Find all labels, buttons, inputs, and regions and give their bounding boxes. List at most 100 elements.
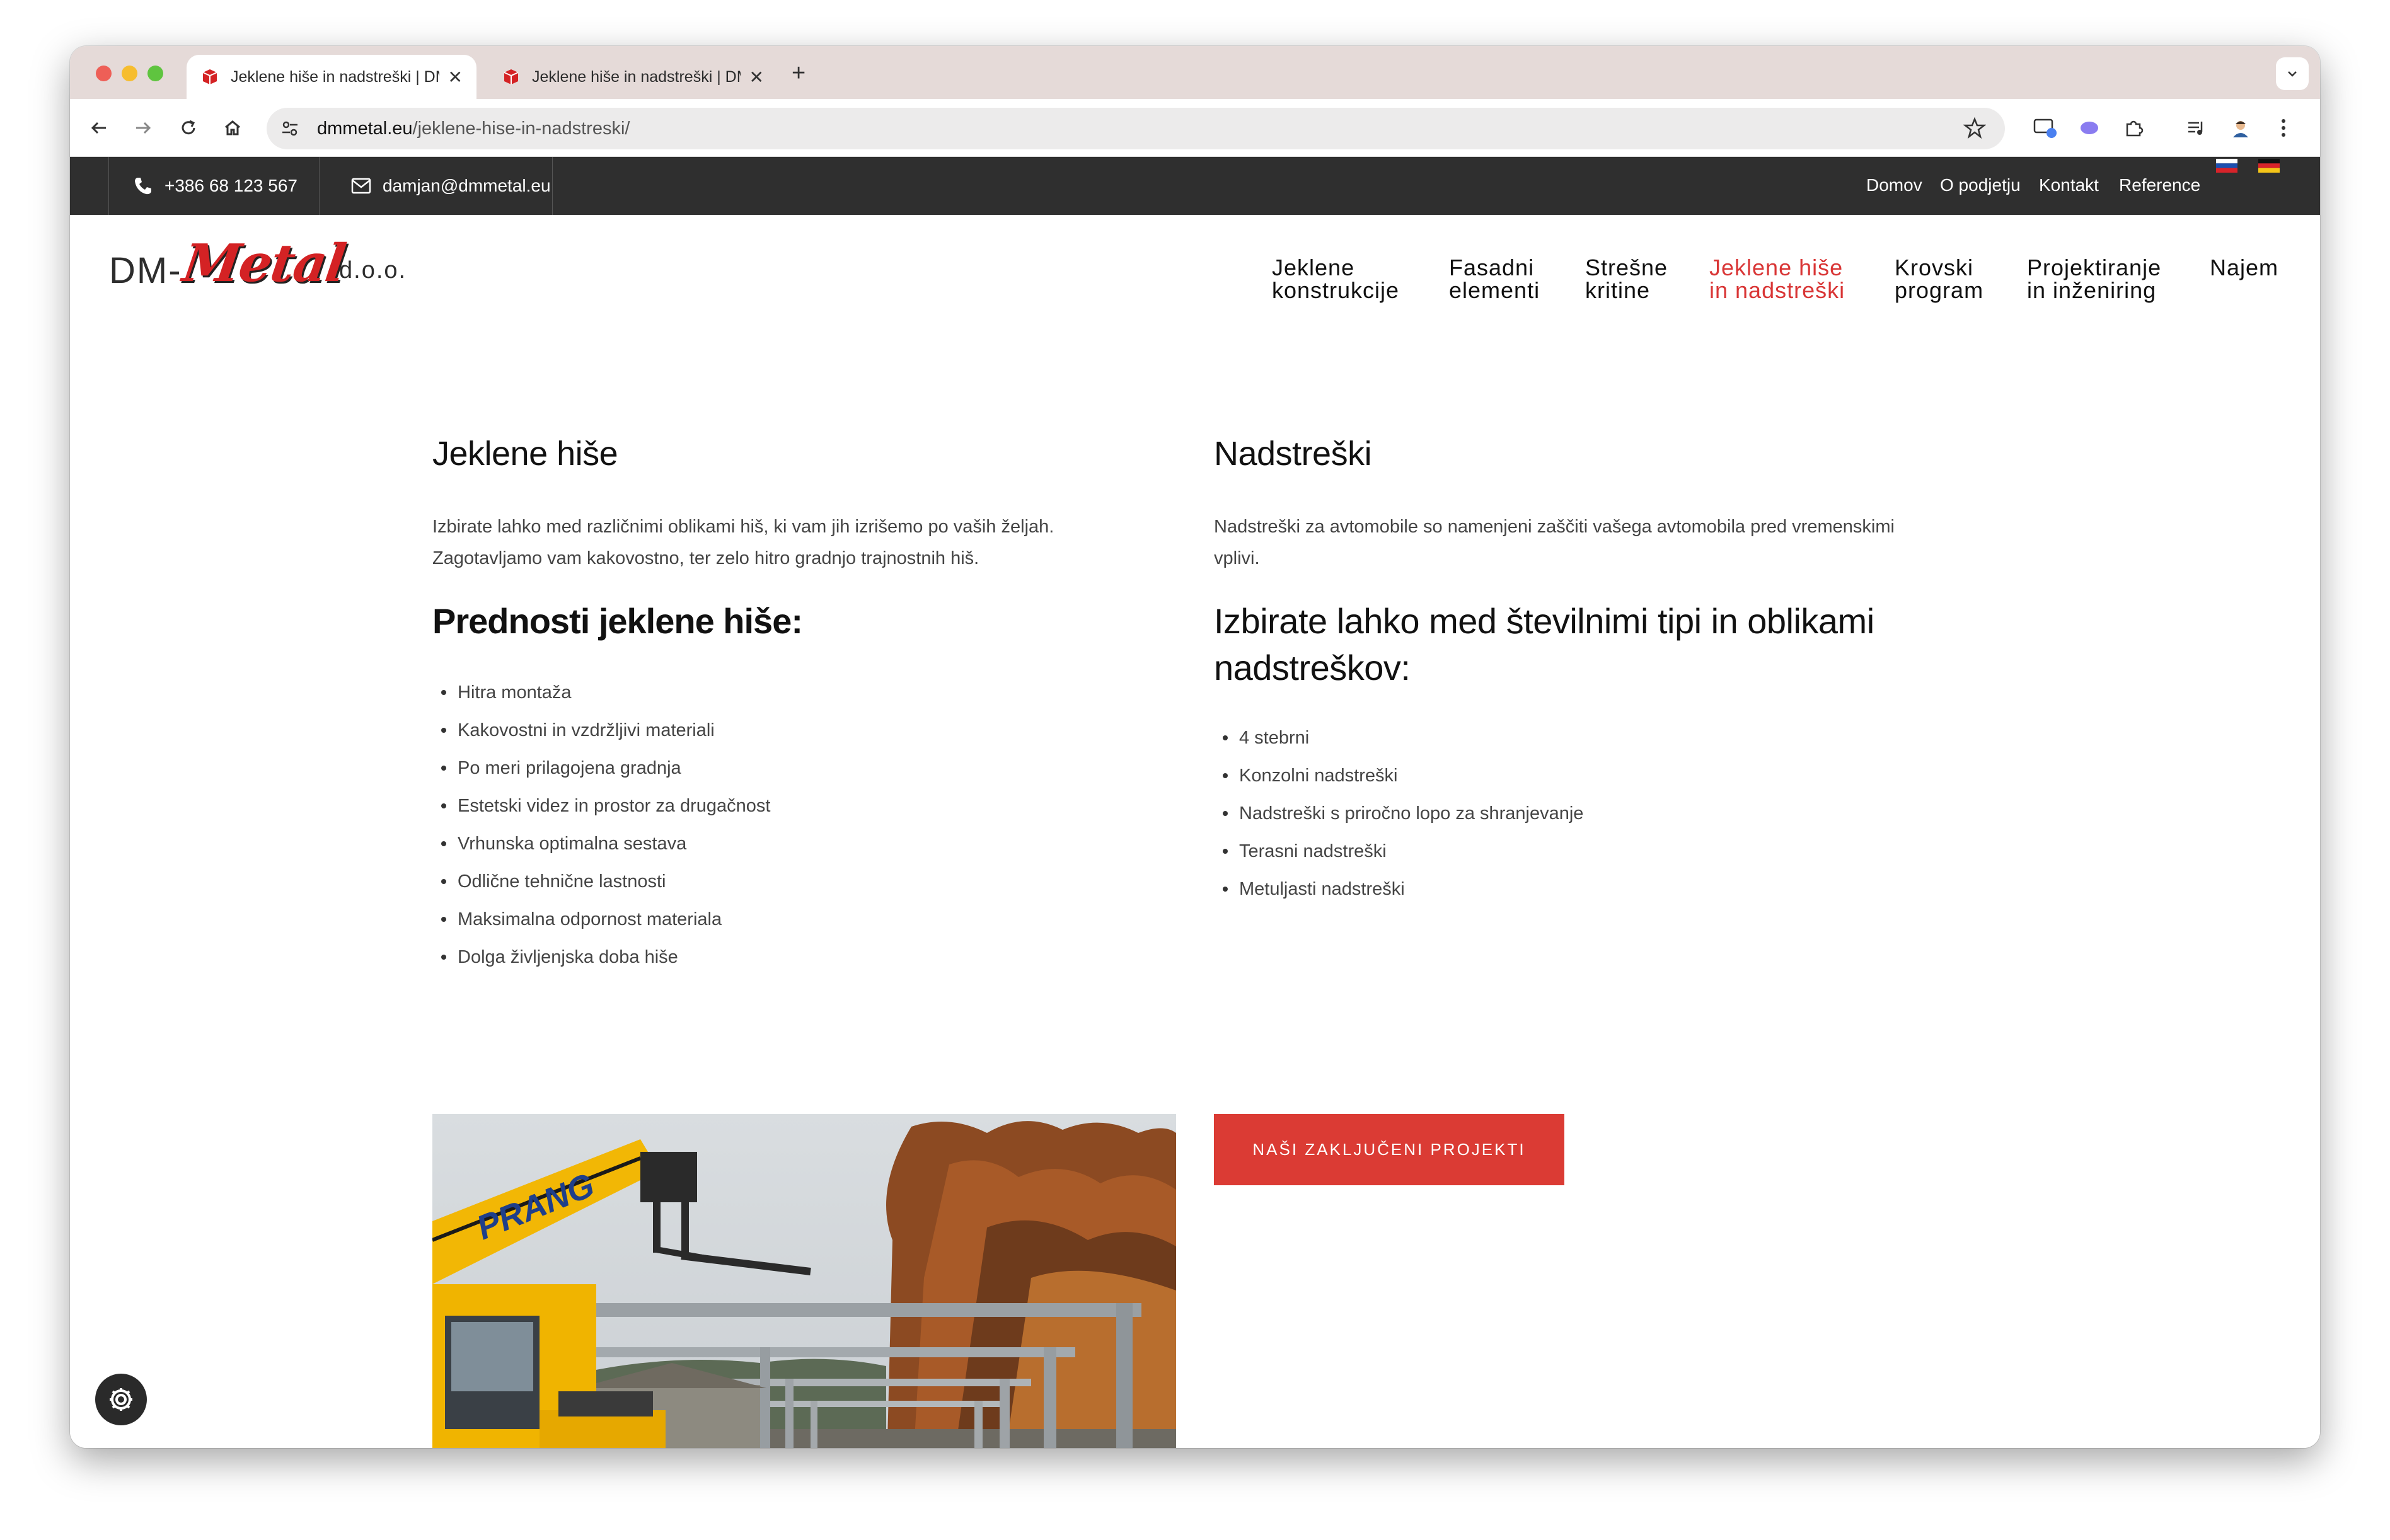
topbar-link-o-podjetju[interactable]: O podjetju: [1940, 175, 2021, 195]
browser-toolbar: dmmetal.eu/jeklene-hise-in-nadstreski/: [70, 99, 2320, 157]
nadstreski-intro: Nadstreški za avtomobile so namenjeni za…: [1214, 511, 1895, 574]
nav-label-line1: Krovski: [1895, 255, 1974, 280]
nav-jeklene-hise-in-nadstreski[interactable]: Jeklene hiše in nadstreški: [1709, 256, 1845, 302]
topbar-link-domov[interactable]: Domov: [1866, 175, 1922, 195]
list-item: Estetski videz in prostor za drugačnost: [432, 787, 770, 825]
logo-suffix: d.o.o.: [339, 257, 407, 284]
nav-jeklene-konstrukcije[interactable]: Jeklene konstrukcije: [1272, 256, 1399, 302]
page-viewport: +386 68 123 567 damjan@dmmetal.eu Domov …: [70, 157, 2320, 1448]
topbar-divider: [552, 157, 553, 215]
topbar-link-kontakt[interactable]: Kontakt: [2039, 175, 2099, 195]
contact-topbar: +386 68 123 567 damjan@dmmetal.eu Domov …: [70, 157, 2320, 215]
new-tab-icon[interactable]: +: [792, 61, 805, 85]
construction-photo: PRANG: [432, 1114, 1176, 1448]
advantages-heading: Prednosti jeklene hiše:: [432, 601, 803, 641]
address-bar[interactable]: dmmetal.eu/jeklene-hise-in-nadstreski/: [267, 108, 2005, 149]
topbar-divider: [319, 157, 320, 215]
advantages-list: Hitra montaža Kakovostni in vzdržljivi m…: [432, 674, 770, 976]
media-controls-icon[interactable]: [2181, 113, 2212, 143]
list-item: Nadstreški s priročno lopo za shranjevan…: [1214, 795, 1583, 832]
minimize-window-button[interactable]: [122, 66, 137, 81]
maximize-window-button[interactable]: [147, 66, 163, 81]
logo-dm: DM-: [109, 250, 182, 291]
list-item: Metuljasti nadstreški: [1214, 870, 1583, 908]
reload-icon[interactable]: [173, 113, 204, 143]
nav-label-line1: Projektiranje: [2027, 255, 2162, 280]
nav-label-line2: in nadstreški: [1709, 277, 1845, 303]
intro-line: vplivi.: [1214, 548, 1260, 568]
envelope-icon: [351, 178, 371, 194]
email-contact[interactable]: damjan@dmmetal.eu: [351, 157, 551, 215]
section-title-nadstreski: Nadstreški: [1214, 435, 1372, 473]
site-favicon-icon: [502, 67, 521, 86]
nav-label-line1: Jeklene: [1272, 255, 1355, 280]
nav-stresne-kritine[interactable]: Strešne kritine: [1585, 256, 1668, 302]
types-list: 4 stebrni Konzolni nadstreški Nadstreški…: [1214, 719, 1583, 908]
logo-metal: Metal: [179, 233, 349, 294]
nav-fasadni-elementi[interactable]: Fasadni elementi: [1449, 256, 1540, 302]
url-text: dmmetal.eu/jeklene-hise-in-nadstreski/: [317, 118, 630, 139]
list-item: Konzolni nadstreški: [1214, 757, 1583, 795]
browser-tab[interactable]: Jeklene hiše in nadstreški | DM-Metal d.…: [488, 55, 778, 99]
tab-close-icon[interactable]: ✕: [448, 67, 463, 88]
list-item: Dolga življenjska doba hiše: [432, 938, 770, 976]
types-heading: Izbirate lahko med številnimi tipi in ob…: [1214, 598, 1874, 691]
cast-icon[interactable]: [2030, 113, 2060, 143]
profile-avatar-icon[interactable]: [2225, 113, 2256, 143]
nav-label-line2: kritine: [1585, 277, 1651, 303]
list-item: Hitra montaža: [432, 674, 770, 711]
topbar-divider: [108, 157, 109, 215]
browser-tab-active[interactable]: Jeklene hiše in nadstreški | DM-Metal d.…: [187, 55, 476, 99]
url-host: dmmetal.eu: [317, 118, 413, 139]
nav-projektiranje-in-inzeniring[interactable]: Projektiranje in inženiring: [2027, 256, 2161, 302]
nav-label-line2: elementi: [1449, 277, 1540, 303]
back-arrow-icon[interactable]: [84, 113, 114, 143]
browser-menu-icon[interactable]: [2268, 113, 2299, 143]
home-icon[interactable]: [217, 113, 248, 143]
list-item: Odlične tehnične lastnosti: [432, 863, 770, 900]
section-title-jeklene-hise: Jeklene hiše: [432, 435, 618, 473]
site-favicon-icon: [200, 67, 219, 86]
nav-label-line2: program: [1895, 277, 1984, 303]
close-window-button[interactable]: [96, 66, 112, 81]
german-flag-icon[interactable]: [2258, 157, 2280, 177]
nav-label-line1: Najem: [2210, 255, 2279, 280]
extensions-puzzle-icon[interactable]: [2118, 113, 2149, 143]
phone-icon: [133, 176, 153, 196]
intro-line: Nadstreški za avtomobile so namenjeni za…: [1214, 517, 1895, 537]
forward-arrow-icon[interactable]: [128, 113, 158, 143]
extension-ai-icon[interactable]: [2074, 113, 2104, 143]
list-item: 4 stebrni: [1214, 719, 1583, 757]
nav-label-line1: Jeklene hiše: [1709, 255, 1844, 280]
nav-label-line2: konstrukcije: [1272, 277, 1400, 303]
jeklene-hise-intro: Izbirate lahko med različnimi oblikami h…: [432, 511, 1054, 574]
phone-number: +386 68 123 567: [165, 176, 297, 195]
list-item: Po meri prilagojena gradnja: [432, 749, 770, 787]
topbar-link-reference[interactable]: Reference: [2119, 175, 2200, 195]
nav-label-line1: Fasadni: [1449, 255, 1535, 280]
nav-najem[interactable]: Najem: [2210, 256, 2278, 279]
list-item: Kakovostni in vzdržljivi materiali: [432, 711, 770, 749]
intro-line: Izbirate lahko med različnimi oblikami h…: [432, 517, 1054, 537]
nav-label-line1: Strešne: [1585, 255, 1668, 280]
completed-projects-button[interactable]: NAŠI ZAKLJUČENI PROJEKTI: [1214, 1114, 1564, 1185]
nav-label-line2: in inženiring: [2027, 277, 2157, 303]
tab-title: Jeklene hiše in nadstreški | DM-Metal d.…: [532, 67, 741, 86]
tab-search-chevron-icon[interactable]: [2276, 57, 2309, 90]
browser-window: Jeklene hiše in nadstreški | DM-Metal d.…: [70, 46, 2320, 1448]
email-address: damjan@dmmetal.eu: [383, 176, 551, 195]
types-heading-line: Izbirate lahko med številnimi tipi in ob…: [1214, 601, 1874, 641]
list-item: Vrhunska optimalna sestava: [432, 825, 770, 863]
url-path: /jeklene-hise-in-nadstreski/: [412, 118, 630, 139]
types-heading-line: nadstreškov:: [1214, 648, 1411, 687]
list-item: Terasni nadstreški: [1214, 832, 1583, 870]
tab-close-icon[interactable]: ✕: [749, 67, 764, 88]
slovenian-flag-icon[interactable]: [2216, 157, 2237, 177]
nav-krovski-program[interactable]: Krovski program: [1895, 256, 1983, 302]
bookmark-star-icon[interactable]: [1963, 117, 1987, 142]
tab-title: Jeklene hiše in nadstreški | DM-Metal d.…: [231, 67, 439, 86]
site-settings-icon[interactable]: [280, 119, 299, 141]
list-item: Maksimalna odpornost materiala: [432, 900, 770, 938]
phone-contact[interactable]: +386 68 123 567: [133, 157, 297, 215]
cookie-settings-gear-icon[interactable]: [95, 1374, 147, 1425]
